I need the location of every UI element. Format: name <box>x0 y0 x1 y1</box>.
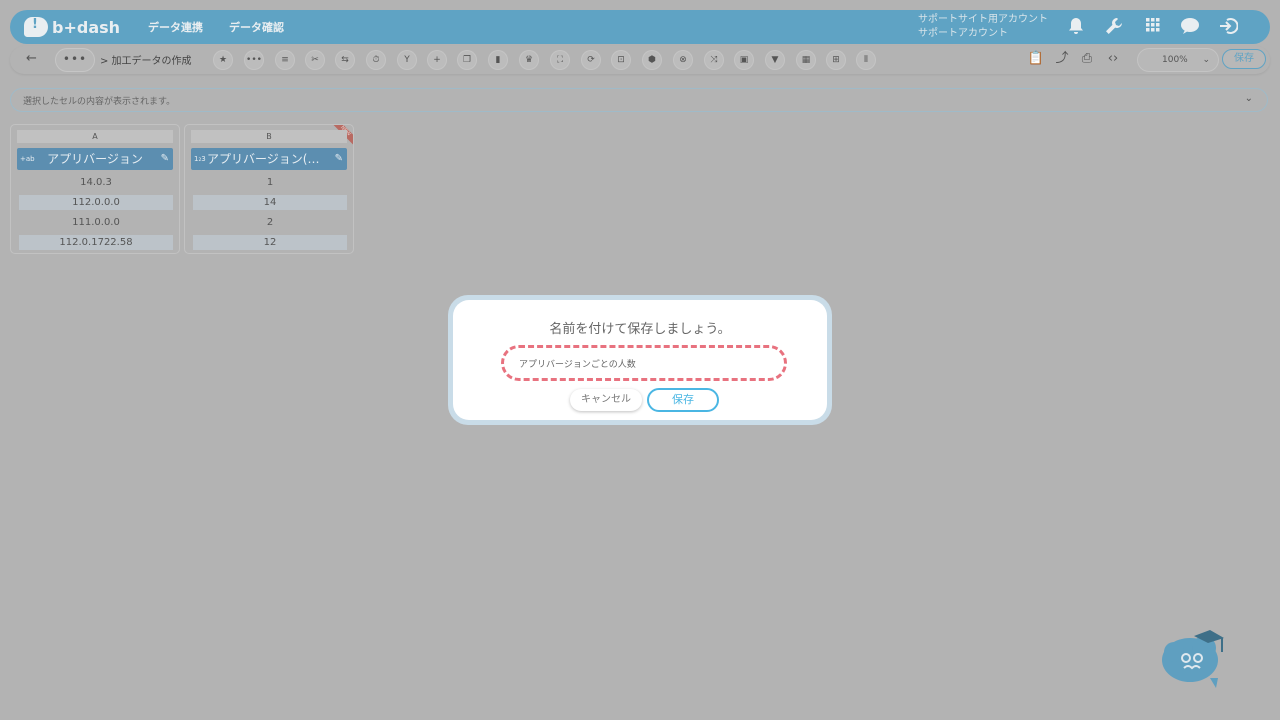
pencil-icon[interactable]: ✎ <box>161 148 169 170</box>
expand-icon[interactable]: ⛶ <box>551 51 569 69</box>
box-icon[interactable]: ⬢ <box>643 51 661 69</box>
column-a[interactable]: A +ab アプリバージョン ✎ 14.0.3 112.0.0.0 111.0.… <box>11 125 179 253</box>
shuffle-icon[interactable]: ⤨ <box>705 51 723 69</box>
logo-text: b+dash <box>52 17 121 37</box>
column-letter: B <box>191 130 347 143</box>
crown-icon[interactable]: ♛ <box>520 51 538 69</box>
cancel-button[interactable]: キャンセル <box>570 389 642 411</box>
refresh-icon[interactable]: ⟳ <box>582 51 600 69</box>
account-name: サポートサイト用アカウント <box>918 14 1048 25</box>
add-icon[interactable]: + <box>428 51 446 69</box>
clipboard-icon[interactable]: 📋 <box>1027 50 1045 68</box>
logout-icon[interactable] <box>1218 17 1239 37</box>
name-input[interactable] <box>501 345 787 381</box>
split-icon[interactable]: ⇆ <box>336 51 354 69</box>
close-circle-icon[interactable]: ⊗ <box>674 51 692 69</box>
account-user: サポートアカウント <box>918 28 1008 39</box>
chevron-down-icon[interactable]: ⌄ <box>1245 93 1253 104</box>
column-header[interactable]: 1₂3 アプリバージョン(… ✎ <box>191 148 347 170</box>
number-type-icon: 1₂3 <box>194 155 206 163</box>
zoom-select[interactable]: 100% ⌄ <box>1138 49 1218 71</box>
zoom-value: 100% <box>1162 55 1188 65</box>
table-cell[interactable]: 111.0.0.0 <box>19 215 173 230</box>
file-refresh-icon[interactable]: ⎙ <box>1078 50 1096 68</box>
scissors-icon[interactable]: ✂ <box>306 51 324 69</box>
dots-icon[interactable]: ••• <box>245 51 263 69</box>
account-info[interactable]: サポートサイト用アカウント サポートアカウント <box>918 13 1048 41</box>
nav-data-integration[interactable]: データ連携 <box>148 19 203 35</box>
qr-icon[interactable]: ▦ <box>797 51 815 69</box>
lock-icon[interactable]: ⊡ <box>612 51 630 69</box>
table-icon[interactable]: ⊞ <box>827 51 845 69</box>
chevron-down-icon: ⌄ <box>1202 55 1210 65</box>
table-cell[interactable]: 2 <box>193 215 347 230</box>
table-cell[interactable]: 12 <box>193 235 347 250</box>
wrench-icon[interactable] <box>1104 17 1124 37</box>
nav-data-check[interactable]: データ確認 <box>229 19 284 35</box>
list-icon[interactable]: ≡ <box>276 51 294 69</box>
more-menu-button[interactable]: ••• <box>56 49 94 71</box>
dialog-save-button[interactable]: 保存 <box>647 388 719 412</box>
column-title: アプリバージョン(… <box>207 152 320 166</box>
top-header: b+dash データ連携 データ確認 サポートサイト用アカウント サポートアカウ… <box>10 10 1270 44</box>
table-cell[interactable]: 14 <box>193 195 347 210</box>
logo-icon <box>24 17 48 37</box>
bell-icon[interactable] <box>1066 17 1086 37</box>
timer-icon[interactable]: ⏱ <box>367 51 385 69</box>
code-icon[interactable]: ‹› <box>1104 50 1122 68</box>
copy-icon[interactable]: ❐ <box>458 51 476 69</box>
table-cell[interactable]: 1 <box>193 175 347 190</box>
chat-support-icon[interactable] <box>1180 17 1200 37</box>
dialog-body: 名前を付けて保存しましょう。 キャンセル 保存 <box>453 300 827 420</box>
mascot-helper-icon[interactable] <box>1160 630 1226 690</box>
table-cell[interactable]: 14.0.3 <box>19 175 173 190</box>
trash-icon[interactable]: ▮ <box>489 51 507 69</box>
cell-content-bar[interactable]: 選択したセルの内容が表示されます。 ⌄ <box>10 88 1268 112</box>
filter-icon[interactable]: ▼ <box>766 51 784 69</box>
column-b[interactable]: NEW B 1₂3 アプリバージョン(… ✎ 1 14 2 12 <box>185 125 353 253</box>
dialog-title: 名前を付けて保存しましょう。 <box>549 322 731 337</box>
branch-icon[interactable]: Y <box>398 51 416 69</box>
table-cell[interactable]: 112.0.0.0 <box>19 195 173 210</box>
share-icon[interactable]: ⤴ <box>1053 50 1071 68</box>
column-letter: A <box>17 130 173 143</box>
app-logo[interactable]: b+dash <box>24 17 120 37</box>
column-title: アプリバージョン <box>47 152 143 166</box>
apps-grid-icon[interactable] <box>1143 17 1163 37</box>
save-button[interactable]: 保存 <box>1222 49 1266 69</box>
columns-icon[interactable]: ⦀ <box>857 51 875 69</box>
column-header[interactable]: +ab アプリバージョン ✎ <box>17 148 173 170</box>
pencil-icon[interactable]: ✎ <box>335 148 343 170</box>
edit-toolbar: ← ••• > 加工データの作成 ★ ••• ≡ ✂ ⇆ ⏱ Y + ❐ ▮ ♛… <box>10 46 1270 74</box>
back-arrow-icon[interactable]: ← <box>26 51 37 66</box>
cell-content-placeholder: 選択したセルの内容が表示されます。 <box>23 97 176 107</box>
frame-icon[interactable]: ▣ <box>735 51 753 69</box>
breadcrumb: > 加工データの作成 <box>100 56 192 67</box>
save-name-dialog: 名前を付けて保存しましょう。 キャンセル 保存 <box>448 295 832 425</box>
table-cell[interactable]: 112.0.1722.58 <box>19 235 173 250</box>
star-icon[interactable]: ★ <box>214 51 232 69</box>
